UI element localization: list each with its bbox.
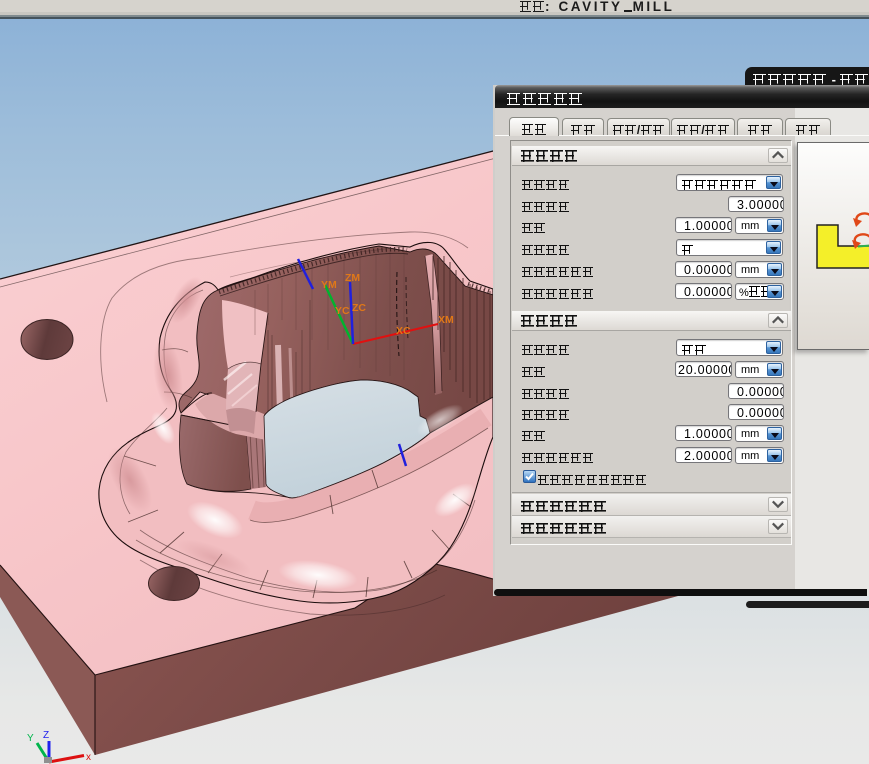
svg-text:XC: XC: [396, 325, 411, 337]
svg-text:YC: YC: [335, 305, 350, 317]
svg-text:Z: Z: [43, 730, 49, 741]
svg-text:YM: YM: [321, 279, 337, 291]
svg-text:XM: XM: [438, 314, 454, 326]
svg-text:x: x: [86, 752, 91, 763]
svg-text:Y: Y: [27, 733, 34, 744]
svg-text:ZM: ZM: [345, 272, 360, 284]
svg-text:ZC: ZC: [352, 302, 366, 314]
